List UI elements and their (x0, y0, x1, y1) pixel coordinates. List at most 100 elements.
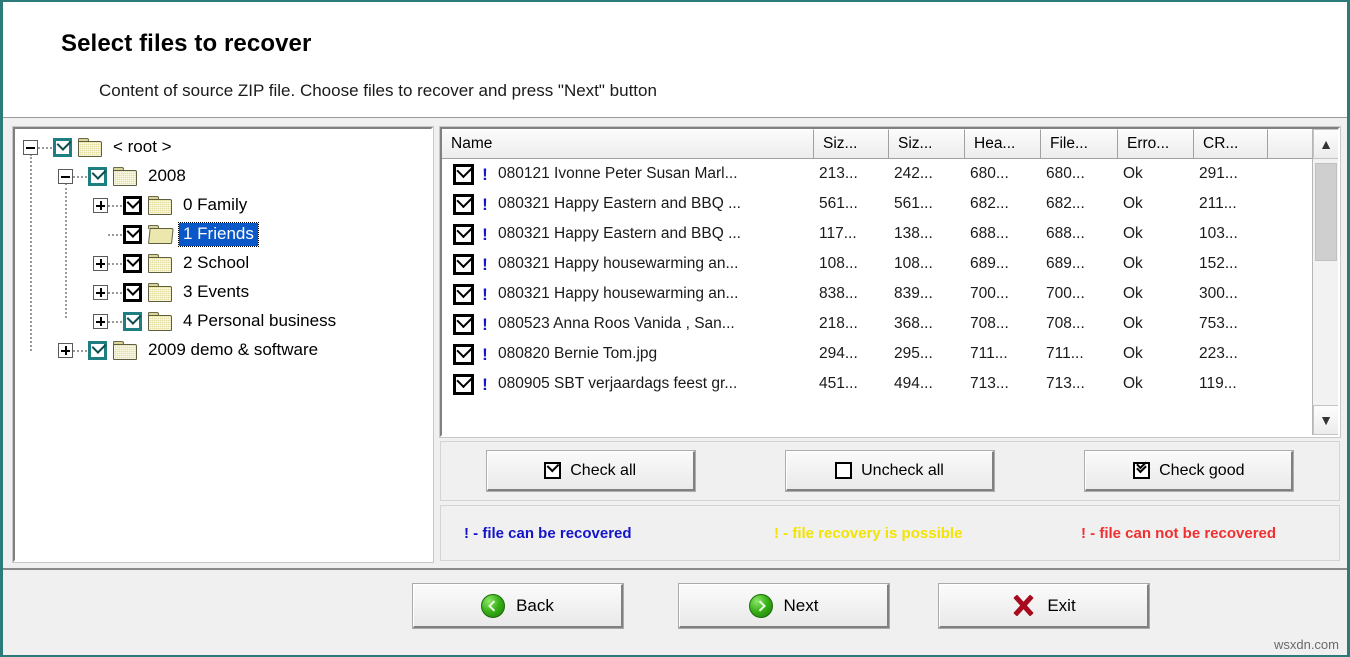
row-checkbox[interactable] (453, 194, 474, 215)
column-header[interactable]: CR... (1194, 129, 1268, 159)
tree-connector-dots (73, 350, 87, 352)
tree-node-label[interactable]: 1 Friends (179, 223, 258, 246)
watermark: wsxdn.com (1274, 637, 1339, 652)
column-header[interactable]: Hea... (965, 129, 1041, 159)
tree-node-label[interactable]: 2 School (179, 252, 253, 275)
table-row[interactable]: !080523 Anna Roos Vanida , San...218...3… (442, 309, 1338, 339)
check-good-button[interactable]: Check good (1085, 451, 1293, 491)
tree-connector-dots (38, 147, 52, 149)
checkmark-icon (92, 165, 107, 180)
row-checkbox[interactable] (453, 254, 474, 275)
next-button[interactable]: Next (679, 584, 889, 628)
cell-size1: 218... (810, 315, 885, 333)
file-list-rows[interactable]: !080121 Ivonne Peter Susan Marl...213...… (442, 159, 1338, 435)
cell-crc: 291... (1190, 165, 1264, 183)
uncheck-all-button[interactable]: Uncheck all (786, 451, 994, 491)
column-header[interactable]: Siz... (889, 129, 965, 159)
tree-node[interactable]: 4 Personal business (93, 307, 340, 336)
tree-node-checkbox[interactable] (53, 138, 72, 157)
tree-node-checkbox[interactable] (123, 196, 142, 215)
tree-node-checkbox[interactable] (123, 312, 142, 331)
tree-node[interactable]: 1 Friends (93, 220, 258, 249)
cell-size2: 839... (885, 285, 961, 303)
file-list-header-row: NameSiz...Siz...Hea...File...Erro...CR..… (442, 129, 1338, 159)
table-row[interactable]: !080121 Ivonne Peter Susan Marl...213...… (442, 159, 1338, 189)
tree-connector-line (30, 154, 32, 351)
tree-node-checkbox[interactable] (123, 225, 142, 244)
folder-icon (78, 138, 102, 157)
folder-icon (113, 341, 137, 360)
folder-tree-panel[interactable]: < root > 2008 0 Family 1 Friends 2 School 3 E… (13, 127, 433, 562)
cell-error: Ok (1114, 255, 1190, 273)
expand-plus-icon[interactable] (93, 314, 108, 329)
cell-header: 689... (961, 255, 1037, 273)
cell-crc: 753... (1190, 315, 1264, 333)
folder-tree[interactable]: < root > 2008 0 Family 1 Friends 2 School 3 E… (15, 129, 431, 560)
row-checkbox[interactable] (453, 224, 474, 245)
table-row[interactable]: !080321 Happy Eastern and BBQ ...561...5… (442, 189, 1338, 219)
check-all-button[interactable]: Check all (487, 451, 695, 491)
tree-node-checkbox[interactable] (88, 167, 107, 186)
tree-node[interactable]: 2009 demo & software (58, 336, 322, 365)
cell-header: 680... (961, 165, 1037, 183)
expand-plus-icon[interactable] (58, 343, 73, 358)
tree-node[interactable]: < root > (23, 133, 176, 162)
table-row[interactable]: !080820 Bernie Tom.jpg294...295...711...… (442, 339, 1338, 369)
cell-size2: 242... (885, 165, 961, 183)
file-list-vertical-scrollbar[interactable]: ▲ ▼ (1312, 129, 1338, 435)
collapse-minus-icon[interactable] (58, 169, 73, 184)
file-list-panel[interactable]: NameSiz...Siz...Hea...File...Erro...CR..… (440, 127, 1340, 437)
table-row[interactable]: !080321 Happy housewarming an...108...10… (442, 249, 1338, 279)
column-header[interactable] (1268, 129, 1316, 159)
recoverable-flag-icon: ! (474, 286, 496, 303)
cell-error: Ok (1114, 285, 1190, 303)
tree-node[interactable]: 0 Family (93, 191, 251, 220)
expand-plus-icon[interactable] (93, 285, 108, 300)
column-header[interactable]: Erro... (1118, 129, 1194, 159)
tree-node-label[interactable]: 2008 (144, 165, 190, 188)
row-checkbox[interactable] (453, 284, 474, 305)
tree-node[interactable]: 3 Events (93, 278, 253, 307)
scroll-up-icon[interactable]: ▲ (1313, 129, 1339, 159)
table-row[interactable]: !080321 Happy housewarming an...838...83… (442, 279, 1338, 309)
back-button[interactable]: Back (413, 584, 623, 628)
file-name-cell: 080321 Happy housewarming an... (496, 255, 810, 273)
back-button-label: Back (516, 596, 554, 616)
cell-file: 682... (1037, 195, 1114, 213)
expand-plus-icon[interactable] (93, 256, 108, 271)
scrollbar-thumb[interactable] (1315, 163, 1337, 261)
row-checkbox[interactable] (453, 344, 474, 365)
tree-node-checkbox[interactable] (123, 283, 142, 302)
row-checkbox[interactable] (453, 374, 474, 395)
tree-node-checkbox[interactable] (88, 341, 107, 360)
tree-node-label[interactable]: 4 Personal business (179, 310, 340, 333)
exit-button[interactable]: Exit (939, 584, 1149, 628)
column-header[interactable]: Name (442, 129, 814, 159)
column-header[interactable]: Siz... (814, 129, 889, 159)
cell-error: Ok (1114, 375, 1190, 393)
recoverable-flag-icon: ! (474, 376, 496, 393)
table-row[interactable]: !080321 Happy Eastern and BBQ ...117...1… (442, 219, 1338, 249)
tree-node-checkbox[interactable] (123, 254, 142, 273)
cell-file: 713... (1037, 375, 1114, 393)
folder-icon (148, 196, 172, 215)
recoverable-flag-icon: ! (474, 226, 496, 243)
cell-size1: 108... (810, 255, 885, 273)
table-row[interactable]: !080905 SBT verjaardags feest gr...451..… (442, 369, 1338, 399)
tree-node-label[interactable]: 0 Family (179, 194, 251, 217)
tree-node[interactable]: 2008 (58, 162, 190, 191)
tree-node-label[interactable]: 2009 demo & software (144, 339, 322, 362)
file-name-cell: 080905 SBT verjaardags feest gr... (496, 375, 810, 393)
expand-plus-icon[interactable] (93, 198, 108, 213)
collapse-minus-icon[interactable] (23, 140, 38, 155)
column-header[interactable]: File... (1041, 129, 1118, 159)
file-name-cell: 080523 Anna Roos Vanida , San... (496, 315, 810, 333)
tree-node[interactable]: 2 School (93, 249, 253, 278)
tree-node-label[interactable]: 3 Events (179, 281, 253, 304)
tree-node-label[interactable]: < root > (109, 136, 176, 159)
scroll-down-icon[interactable]: ▼ (1313, 405, 1339, 435)
row-checkbox[interactable] (453, 164, 474, 185)
row-checkbox[interactable] (453, 314, 474, 335)
folder-icon (148, 283, 172, 302)
cell-size1: 561... (810, 195, 885, 213)
